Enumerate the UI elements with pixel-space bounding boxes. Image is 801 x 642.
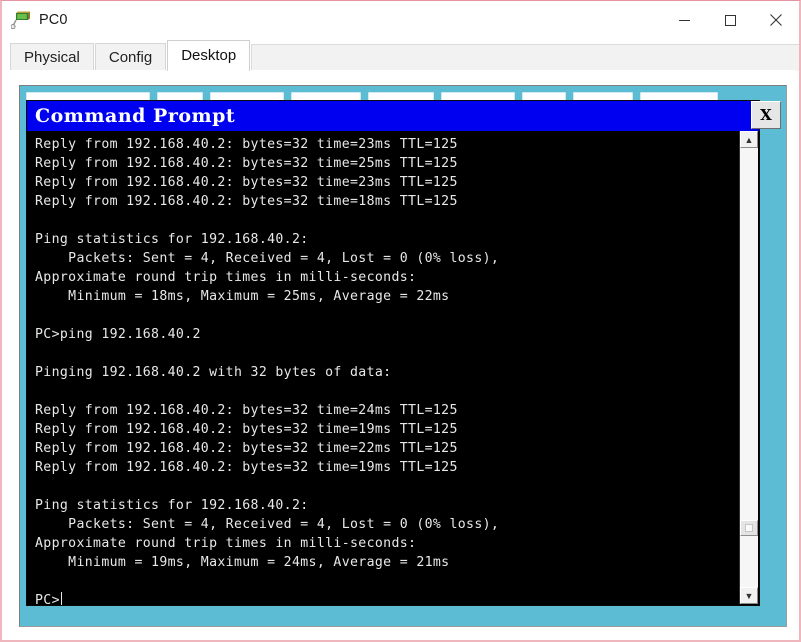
- terminal-line: Reply from 192.168.40.2: bytes=32 time=2…: [35, 156, 458, 171]
- scrollbar-thumb[interactable]: [740, 520, 758, 536]
- terminal-text: Reply from 192.168.40.2: bytes=32 time=2…: [35, 135, 733, 605]
- pc0-window: PC0 Physical Config Desktop Command Prom…: [0, 0, 801, 642]
- titlebar-left: PC0: [2, 11, 661, 29]
- tab-physical[interactable]: Physical: [10, 43, 94, 71]
- chevron-up-icon[interactable]: ▲: [740, 131, 758, 148]
- desktop-panel: Command Prompt X Reply from 192.168.40.2…: [19, 85, 787, 627]
- tab-desktop[interactable]: Desktop: [167, 40, 251, 71]
- terminal-line: Ping statistics for 192.168.40.2:: [35, 498, 309, 513]
- command-prompt-titlebar: Command Prompt X: [27, 101, 781, 131]
- terminal-scrollbar[interactable]: ▲ ▼: [739, 131, 758, 604]
- terminal-line: Ping statistics for 192.168.40.2:: [35, 232, 309, 247]
- terminal-line: Approximate round trip times in milli-se…: [35, 536, 417, 551]
- tab-strip-filler: [251, 44, 799, 71]
- terminal-line: Reply from 192.168.40.2: bytes=32 time=1…: [35, 194, 458, 209]
- terminal-line: Packets: Sent = 4, Received = 4, Lost = …: [35, 251, 500, 266]
- minimize-button[interactable]: [661, 1, 707, 39]
- command-prompt-title: Command Prompt: [35, 105, 236, 127]
- terminal-prompt: PC>: [35, 593, 60, 605]
- maximize-button[interactable]: [707, 1, 753, 39]
- terminal-line: Packets: Sent = 4, Received = 4, Lost = …: [35, 517, 500, 532]
- terminal-line: Minimum = 19ms, Maximum = 24ms, Average …: [35, 555, 450, 570]
- terminal-line: Minimum = 18ms, Maximum = 25ms, Average …: [35, 289, 450, 304]
- terminal-line: Reply from 192.168.40.2: bytes=32 time=1…: [35, 422, 458, 437]
- terminal-line: Reply from 192.168.40.2: bytes=32 time=2…: [35, 441, 458, 456]
- chevron-down-icon[interactable]: ▼: [740, 587, 758, 604]
- window-titlebar: PC0: [2, 1, 799, 39]
- tab-config[interactable]: Config: [94, 43, 167, 71]
- terminal-prompt-line: PC>: [35, 591, 733, 605]
- terminal-line: Reply from 192.168.40.2: bytes=32 time=2…: [35, 403, 458, 418]
- terminal-line: Approximate round trip times in milli-se…: [35, 270, 417, 285]
- terminal-output-area[interactable]: Reply from 192.168.40.2: bytes=32 time=2…: [27, 131, 759, 605]
- window-title: PC0: [39, 12, 68, 28]
- terminal-line: Pinging 192.168.40.2 with 32 bytes of da…: [35, 365, 392, 380]
- command-prompt-window: Command Prompt X Reply from 192.168.40.2…: [26, 100, 781, 606]
- terminal-line: Reply from 192.168.40.2: bytes=32 time=1…: [35, 460, 458, 475]
- close-button[interactable]: [753, 1, 799, 39]
- terminal-line: Reply from 192.168.40.2: bytes=32 time=2…: [35, 137, 458, 152]
- terminal-line: Reply from 192.168.40.2: bytes=32 time=2…: [35, 175, 458, 190]
- terminal-cursor: [60, 592, 62, 605]
- command-prompt-close-button[interactable]: X: [751, 101, 781, 129]
- terminal-line: PC>ping 192.168.40.2: [35, 327, 201, 342]
- scrollbar-track[interactable]: [740, 148, 758, 587]
- pc-device-icon: [11, 11, 31, 29]
- tab-strip: Physical Config Desktop: [2, 39, 799, 71]
